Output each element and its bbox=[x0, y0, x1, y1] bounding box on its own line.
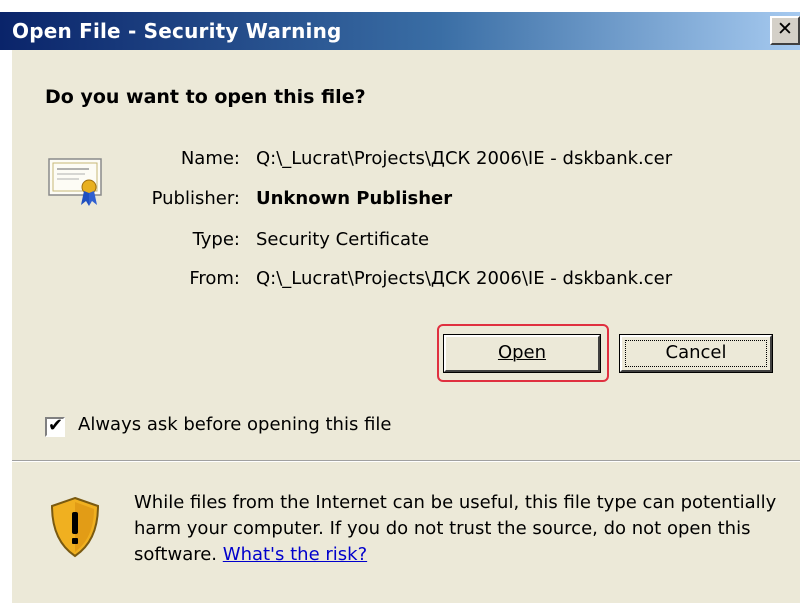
open-button-label: Open bbox=[497, 342, 547, 363]
cancel-button[interactable]: Cancel bbox=[620, 335, 772, 372]
type-value: Security Certificate bbox=[256, 229, 430, 250]
open-button[interactable]: Open bbox=[444, 335, 600, 372]
dialog-heading: Do you want to open this file? bbox=[45, 86, 366, 108]
warning-message: While files from the Internet can be use… bbox=[134, 490, 784, 568]
publisher-value: Unknown Publisher bbox=[256, 188, 453, 209]
type-label: Type: bbox=[192, 229, 240, 250]
focus-rect bbox=[625, 340, 767, 367]
always-ask-checkbox[interactable]: ✔ bbox=[45, 415, 65, 437]
shield-warning-icon bbox=[50, 496, 100, 558]
close-button[interactable]: ✕ bbox=[770, 16, 800, 45]
window-title: Open File - Security Warning bbox=[12, 19, 342, 43]
close-icon: ✕ bbox=[777, 18, 793, 40]
checkmark-icon: ✔ bbox=[48, 415, 64, 436]
name-value: Q:\_Lucrat\Projects\ДСК 2006\IE - dskban… bbox=[256, 148, 673, 169]
name-label: Name: bbox=[180, 148, 240, 169]
from-label: From: bbox=[189, 268, 240, 289]
separator bbox=[12, 460, 800, 462]
always-ask-label[interactable]: Always ask before opening this file bbox=[78, 414, 391, 435]
title-bar[interactable]: Open File - Security Warning ✕ bbox=[0, 12, 800, 50]
whats-the-risk-link[interactable]: What's the risk? bbox=[223, 544, 367, 565]
publisher-label: Publisher: bbox=[151, 188, 240, 209]
from-value: Q:\_Lucrat\Projects\ДСК 2006\IE - dskban… bbox=[256, 268, 673, 289]
security-warning-dialog: Open File - Security Warning ✕ Do you wa… bbox=[0, 0, 800, 603]
